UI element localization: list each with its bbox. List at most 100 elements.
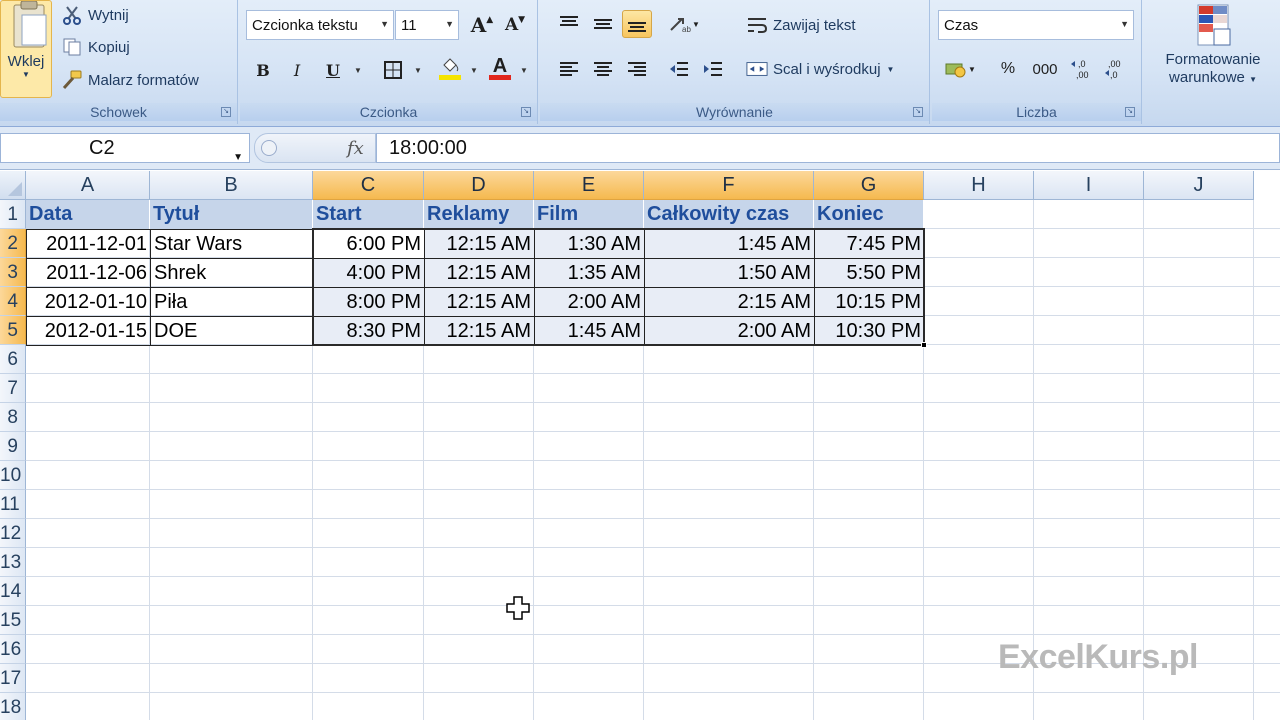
data-cell[interactable]: 10:15 PM — [814, 287, 925, 317]
row-header-16[interactable]: 16 — [0, 635, 26, 664]
column-header-i[interactable]: I — [1034, 171, 1144, 200]
column-header-h[interactable]: H — [924, 171, 1034, 200]
row-header-18[interactable]: 18 — [0, 693, 26, 720]
header-cell[interactable]: Tytuł — [150, 200, 313, 229]
data-cell[interactable]: 4:00 PM — [313, 258, 425, 288]
data-cell[interactable]: 12:15 AM — [424, 316, 535, 346]
increase-decimal-button[interactable]: ,0,00 — [1068, 55, 1098, 83]
borders-button[interactable] — [378, 56, 408, 84]
data-cell[interactable]: 2:00 AM — [534, 287, 645, 317]
dialog-launcher-icon[interactable]: ↘ — [913, 107, 923, 117]
cut-button[interactable]: Wytnij — [60, 1, 130, 29]
data-cell[interactable]: 8:30 PM — [313, 316, 425, 346]
format-painter-button[interactable]: Malarz formatów — [60, 66, 200, 94]
data-cell[interactable]: 2011-12-01 — [26, 229, 151, 259]
align-bottom-button[interactable] — [622, 10, 652, 38]
data-cell[interactable]: 8:00 PM — [313, 287, 425, 317]
bold-button[interactable]: B — [248, 56, 278, 84]
conditional-formatting-button[interactable]: Formatowanie warunkowe ▼ — [1148, 0, 1278, 98]
data-cell[interactable]: DOE — [150, 316, 314, 346]
font-size-combo[interactable]: 11 ▼ — [395, 10, 459, 40]
align-top-button[interactable] — [554, 10, 584, 38]
align-right-button[interactable] — [622, 55, 652, 83]
data-cell[interactable]: 12:15 AM — [424, 258, 535, 288]
data-cell[interactable]: Piła — [150, 287, 314, 317]
underline-button[interactable]: U — [318, 56, 348, 84]
chevron-down-icon[interactable]: ▼ — [520, 66, 528, 75]
grow-font-button[interactable]: A ▲ — [467, 11, 497, 39]
percent-style-button[interactable]: % — [993, 55, 1023, 83]
dialog-launcher-icon[interactable]: ↘ — [1125, 107, 1135, 117]
font-name-combo[interactable]: Czcionka tekstu ▼ — [246, 10, 394, 40]
header-cell[interactable]: Start — [313, 200, 424, 229]
comma-style-button[interactable]: 000 — [1028, 55, 1062, 83]
column-header-b[interactable]: B — [150, 171, 313, 200]
row-header-17[interactable]: 17 — [0, 664, 26, 693]
increase-indent-button[interactable] — [698, 55, 728, 83]
align-left-button[interactable] — [554, 55, 584, 83]
row-header-1[interactable]: 1 — [0, 200, 26, 229]
column-header-a[interactable]: A — [26, 171, 150, 200]
row-header-12[interactable]: 12 — [0, 519, 26, 548]
chevron-down-icon[interactable]: ▼ — [354, 66, 362, 75]
dialog-launcher-icon[interactable]: ↘ — [521, 107, 531, 117]
data-cell[interactable]: Star Wars — [150, 229, 314, 259]
data-cell[interactable]: 2011-12-06 — [26, 258, 151, 288]
data-cell[interactable]: 1:30 AM — [534, 229, 645, 259]
row-header-15[interactable]: 15 — [0, 606, 26, 635]
row-header-8[interactable]: 8 — [0, 403, 26, 432]
italic-button[interactable]: I — [282, 56, 312, 84]
data-cell[interactable]: 12:15 AM — [424, 287, 535, 317]
data-cell[interactable]: 1:35 AM — [534, 258, 645, 288]
decrease-decimal-button[interactable]: ,00,0 — [1102, 55, 1132, 83]
data-cell[interactable]: 12:15 AM — [424, 229, 535, 259]
fill-handle[interactable] — [921, 342, 927, 348]
data-cell[interactable]: 5:50 PM — [814, 258, 925, 288]
row-header-14[interactable]: 14 — [0, 577, 26, 606]
data-cell[interactable]: Shrek — [150, 258, 314, 288]
shrink-font-button[interactable]: A ▼ — [500, 11, 530, 39]
formula-input[interactable]: 18:00:00 — [376, 133, 1280, 163]
header-cell[interactable]: Koniec — [814, 200, 924, 229]
paste-button[interactable]: Wklej ▼ — [0, 0, 52, 98]
chevron-down-icon[interactable]: ▼ — [470, 66, 478, 75]
row-header-7[interactable]: 7 — [0, 374, 26, 403]
data-cell[interactable]: 2:00 AM — [644, 316, 815, 346]
column-header-j[interactable]: J — [1144, 171, 1254, 200]
row-header-6[interactable]: 6 — [0, 345, 26, 374]
column-header-f[interactable]: F — [644, 171, 814, 200]
row-header-11[interactable]: 11 — [0, 490, 26, 519]
data-cell[interactable]: 1:50 AM — [644, 258, 815, 288]
align-center-button[interactable] — [588, 55, 618, 83]
resize-handle-icon[interactable] — [261, 140, 277, 156]
header-cell[interactable]: Film — [534, 200, 644, 229]
row-header-2[interactable]: 2 — [0, 229, 26, 258]
header-cell[interactable]: Całkowity czas — [644, 200, 814, 229]
accounting-format-button[interactable]: ▼ — [940, 55, 980, 83]
wrap-text-button[interactable]: Zawijaj tekst — [745, 11, 857, 39]
data-cell[interactable]: 10:30 PM — [814, 316, 925, 346]
row-header-3[interactable]: 3 — [0, 258, 26, 287]
align-middle-button[interactable] — [588, 10, 618, 38]
name-box[interactable]: C2 ▼ — [0, 133, 250, 163]
data-cell[interactable]: 7:45 PM — [814, 229, 925, 259]
column-header-d[interactable]: D — [424, 171, 534, 200]
select-all-button[interactable] — [0, 171, 26, 200]
data-cell[interactable]: 2:15 AM — [644, 287, 815, 317]
data-cell[interactable]: 6:00 PM — [313, 229, 425, 259]
row-header-13[interactable]: 13 — [0, 548, 26, 577]
copy-button[interactable]: Kopiuj — [60, 33, 131, 61]
column-header-g[interactable]: G — [814, 171, 924, 200]
row-header-4[interactable]: 4 — [0, 287, 26, 316]
header-cell[interactable]: Data — [26, 200, 150, 229]
data-cell[interactable]: 1:45 AM — [534, 316, 645, 346]
number-format-combo[interactable]: Czas ▼ — [938, 10, 1134, 40]
row-header-9[interactable]: 9 — [0, 432, 26, 461]
row-header-5[interactable]: 5 — [0, 316, 26, 345]
dialog-launcher-icon[interactable]: ↘ — [221, 107, 231, 117]
header-cell[interactable]: Reklamy — [424, 200, 534, 229]
font-color-button[interactable]: A — [485, 54, 515, 82]
merge-center-button[interactable]: Scal i wyśrodkuj ▼ — [745, 55, 895, 83]
chevron-down-icon[interactable]: ▼ — [414, 66, 422, 75]
chevron-down-icon[interactable]: ▼ — [233, 144, 243, 172]
